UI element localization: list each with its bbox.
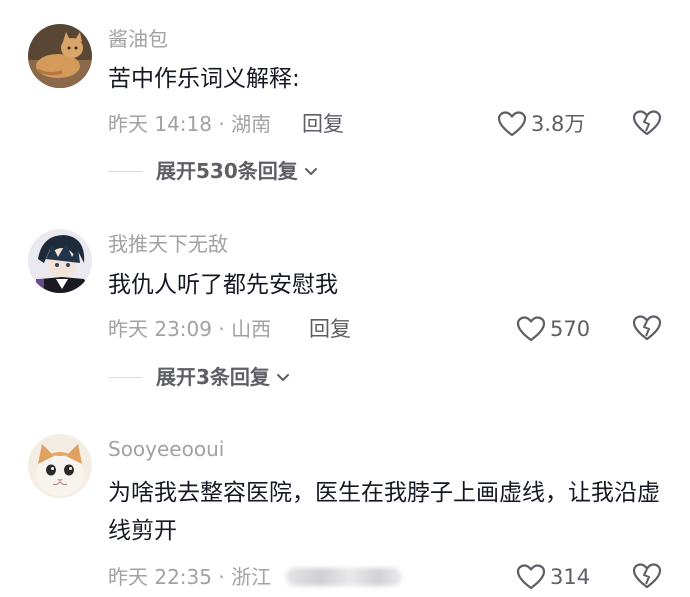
reply-button[interactable]: 回复 <box>302 111 344 137</box>
username[interactable]: 我推天下无敌 <box>108 231 228 257</box>
comment-text: 苦中作乐词义解释: <box>108 66 300 92</box>
chevron-down-icon <box>276 374 289 381</box>
broken-heart-icon <box>632 110 662 136</box>
anime-boy-avatar-icon <box>28 229 92 293</box>
chevron-down-icon <box>304 168 317 175</box>
like-count: 314 <box>550 565 591 589</box>
avatar[interactable] <box>28 24 92 88</box>
comment-item: 酱油包 苦中作乐词义解释: 昨天 14:18 · 湖南 回复 3.8万 展开53… <box>0 0 690 200</box>
username[interactable]: 酱油包 <box>108 26 168 52</box>
dislike-button[interactable] <box>632 109 662 141</box>
like-count: 570 <box>550 317 591 341</box>
avatar[interactable] <box>28 229 92 293</box>
comment-text: 为啥我去整容医院，医生在我脖子上画虚线，让我沿虚线剪开 <box>108 480 660 544</box>
divider <box>108 170 142 172</box>
like-count: 3.8万 <box>531 112 586 136</box>
like-button[interactable]: 3.8万 <box>497 109 585 139</box>
expand-replies-row: 展开530条回复 <box>108 158 320 184</box>
kitten-avatar-icon <box>28 434 92 498</box>
heart-outline-icon <box>516 564 546 590</box>
comment-item: Sooyeeooui 为啥我去整容医院，医生在我脖子上画虚线，让我沿虚线剪开 昨… <box>0 410 690 597</box>
timestamp-location: 昨天 22:35 · 浙江 <box>108 565 272 589</box>
comment-item: 我推天下无敌 我仇人听了都先安慰我 昨天 23:09 · 山西 回复 570 展… <box>0 200 690 410</box>
broken-heart-icon <box>632 315 662 341</box>
dislike-button[interactable] <box>632 562 662 594</box>
heart-outline-icon <box>497 111 527 137</box>
orange-cat-avatar-icon <box>28 24 92 88</box>
comment-text: 我仇人听了都先安慰我 <box>108 272 338 298</box>
redacted-blur <box>286 568 402 586</box>
expand-replies-button[interactable]: 展开3条回复 <box>156 364 292 390</box>
like-button[interactable]: 570 <box>516 314 590 344</box>
expand-replies-label: 展开530条回复 <box>156 159 298 183</box>
timestamp-location: 昨天 14:18 · 湖南 <box>108 112 272 136</box>
reply-button[interactable]: 回复 <box>309 316 351 342</box>
avatar[interactable] <box>28 434 92 498</box>
expand-replies-label: 展开3条回复 <box>156 365 270 389</box>
timestamp-location: 昨天 23:09 · 山西 <box>108 317 272 341</box>
divider <box>108 376 142 378</box>
broken-heart-icon <box>632 563 662 589</box>
expand-replies-button[interactable]: 展开530条回复 <box>156 158 320 184</box>
expand-replies-row: 展开3条回复 <box>108 364 292 390</box>
username[interactable]: Sooyeeooui <box>108 436 224 462</box>
like-button[interactable]: 314 <box>516 562 590 592</box>
heart-outline-icon <box>516 316 546 342</box>
dislike-button[interactable] <box>632 314 662 346</box>
